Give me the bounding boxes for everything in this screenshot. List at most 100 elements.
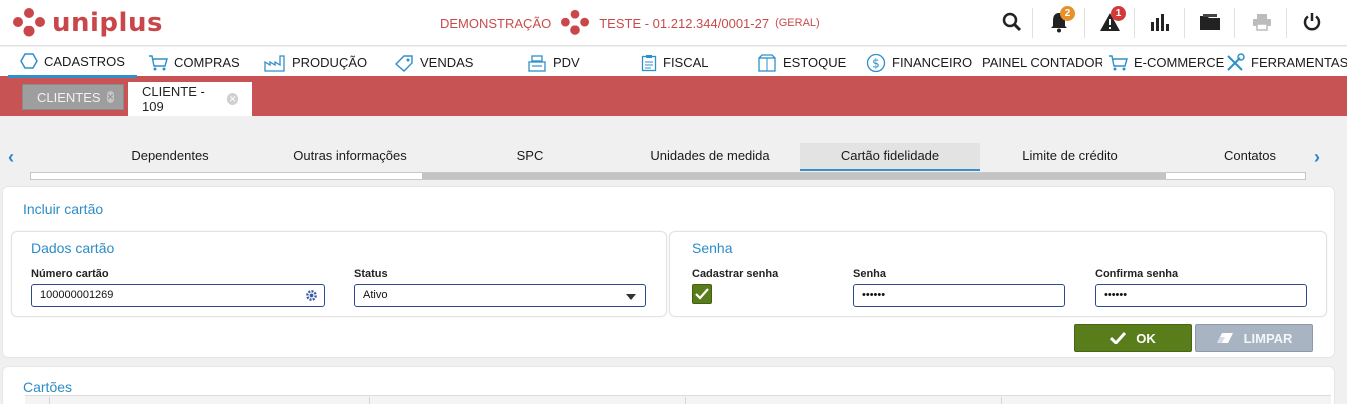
toolbar-divider [1234, 8, 1235, 38]
menu-item-label: PAINEL CONTADOR [982, 55, 1102, 70]
confirm-password-value: •••••• [1104, 289, 1128, 301]
menu-item-label: E-COMMERCE [1134, 55, 1225, 70]
tab-cliente-109[interactable]: CLIENTE - 109 ✕ [128, 82, 252, 116]
status-value: Ativo [363, 289, 388, 301]
menu-item-ferramentas[interactable]: FERRAMENTAS [1225, 47, 1347, 78]
tab-spc[interactable]: SPC [480, 143, 580, 171]
menu-item-painel-contador[interactable]: PAINEL CONTADOR [976, 47, 1102, 78]
menu-item-estoque[interactable]: ESTOQUE [757, 47, 846, 78]
menu-item-vendas[interactable]: VENDAS [394, 47, 473, 78]
logo-icon [13, 8, 45, 37]
tab-limite-de-credito[interactable]: Limite de crédito [990, 143, 1150, 171]
logout-button[interactable] [1296, 6, 1328, 38]
chevron-left-icon[interactable]: ‹ [8, 148, 24, 166]
confirm-password-label: Confirma senha [1095, 268, 1179, 280]
company-info[interactable]: DEMONSTRAÇÃO TESTE - 01.212.344/0001-27 … [440, 9, 820, 36]
printer-icon [1253, 14, 1271, 31]
table-header-cell[interactable] [1001, 397, 1331, 404]
card-number-value: 100000001269 [40, 289, 114, 301]
gear-icon[interactable] [305, 289, 318, 302]
section-tabs: ‹ Dependentes Outras informações SPC Uni… [0, 138, 1347, 172]
clear-button[interactable]: LIMPAR [1195, 324, 1313, 352]
menu-item-fiscal[interactable]: FISCAL [641, 47, 709, 78]
ok-button[interactable]: OK [1074, 324, 1192, 352]
main-menu: CADASTROS COMPRAS PRODUÇÃO VENDAS PDV FI… [0, 47, 1347, 78]
document-tab-strip: CLIENTES ✕ CLIENTE - 109 ✕ [0, 78, 1347, 116]
menu-item-label: VENDAS [420, 55, 474, 70]
app-logo[interactable]: uniplus [12, 7, 163, 39]
tab-clientes[interactable]: CLIENTES ✕ [22, 84, 124, 110]
register-icon [528, 54, 546, 72]
toolbar-divider [1084, 8, 1085, 38]
confirm-password-input[interactable]: •••••• [1095, 284, 1307, 307]
toolbar-divider [1286, 8, 1287, 38]
form-title: Incluir cartão [23, 201, 104, 217]
chart-icon [1151, 14, 1169, 31]
table-header-cell[interactable] [685, 397, 1001, 404]
eraser-icon [1216, 333, 1233, 343]
tab-label: CLIENTE - 109 [142, 84, 205, 114]
cards-panel: Cartões [2, 366, 1335, 404]
notifications-button[interactable]: 2 [1043, 6, 1075, 38]
hexagon-icon [20, 53, 38, 69]
close-icon[interactable]: ✕ [106, 91, 115, 103]
menu-item-label: FINANCEIRO [892, 55, 973, 70]
menu-item-label: FERRAMENTAS [1251, 55, 1347, 70]
menu-item-compras[interactable]: COMPRAS [148, 47, 240, 78]
card-data-box: Dados cartão Número cartão 100000001269 … [11, 231, 667, 317]
tabs-scrollbar[interactable] [30, 172, 1306, 180]
tab-contatos[interactable]: Contatos [1190, 143, 1310, 171]
register-password-label: Cadastrar senha [692, 268, 779, 280]
notifications-badge: 2 [1060, 6, 1075, 21]
top-bar: uniplus DEMONSTRAÇÃO TESTE - 01.212.344/… [0, 0, 1347, 46]
folder-icon [1200, 14, 1220, 30]
checkmark-icon [1110, 332, 1127, 344]
cards-table-header [25, 395, 1331, 404]
documents-button[interactable] [1194, 6, 1226, 38]
menu-item-cadastros[interactable]: CADASTROS [8, 47, 137, 78]
card-number-label: Número cartão [31, 268, 109, 280]
menu-item-producao[interactable]: PRODUÇÃO [264, 47, 367, 78]
box-icon [758, 53, 776, 72]
menu-item-financeiro[interactable]: $ FINANCEIRO [866, 47, 972, 78]
menu-item-label: PDV [553, 55, 580, 70]
tab-outras-informacoes[interactable]: Outras informações [270, 143, 430, 171]
clear-label: LIMPAR [1243, 330, 1293, 346]
card-data-title: Dados cartão [31, 240, 115, 256]
chevron-down-icon [626, 294, 636, 300]
table-header-cell[interactable] [49, 397, 369, 404]
tab-dependentes[interactable]: Dependentes [100, 143, 240, 171]
print-button[interactable] [1246, 6, 1278, 38]
card-number-input[interactable]: 100000001269 [31, 284, 325, 307]
tab-unidades-de-medida[interactable]: Unidades de medida [620, 143, 800, 171]
scrollbar-thumb[interactable] [422, 173, 1166, 179]
password-value: •••••• [862, 289, 886, 301]
svg-text:$: $ [872, 56, 880, 70]
password-box: Senha Cadastrar senha Senha •••••• Confi… [669, 231, 1327, 317]
menu-item-label: FISCAL [663, 55, 709, 70]
alerts-badge: 1 [1111, 6, 1126, 21]
menu-item-pdv[interactable]: PDV [527, 47, 580, 78]
dollar-icon: $ [866, 53, 886, 72]
factory-icon [264, 54, 285, 72]
search-button[interactable] [996, 6, 1028, 38]
register-password-checkbox[interactable] [692, 284, 712, 304]
reports-button[interactable] [1144, 6, 1176, 38]
table-header-cell[interactable] [369, 397, 685, 404]
ok-label: OK [1136, 330, 1156, 346]
status-select[interactable]: Ativo [354, 284, 646, 307]
tab-cartao-fidelidade[interactable]: Cartão fidelidade [800, 143, 980, 171]
toolbar-divider [1032, 8, 1033, 38]
logo-text: uniplus [52, 8, 163, 38]
menu-item-ecommerce[interactable]: E-COMMERCE [1108, 47, 1224, 78]
tools-icon [1227, 52, 1245, 71]
chevron-right-icon[interactable]: › [1314, 148, 1330, 166]
cards-title: Cartões [23, 379, 73, 395]
close-icon[interactable]: ✕ [227, 93, 238, 105]
status-label: Status [354, 268, 388, 280]
cart-icon [149, 54, 168, 70]
password-input[interactable]: •••••• [853, 284, 1065, 307]
menu-item-label: PRODUÇÃO [292, 55, 368, 70]
environment-label: DEMONSTRAÇÃO [440, 15, 552, 31]
alerts-button[interactable]: 1 [1094, 6, 1126, 38]
